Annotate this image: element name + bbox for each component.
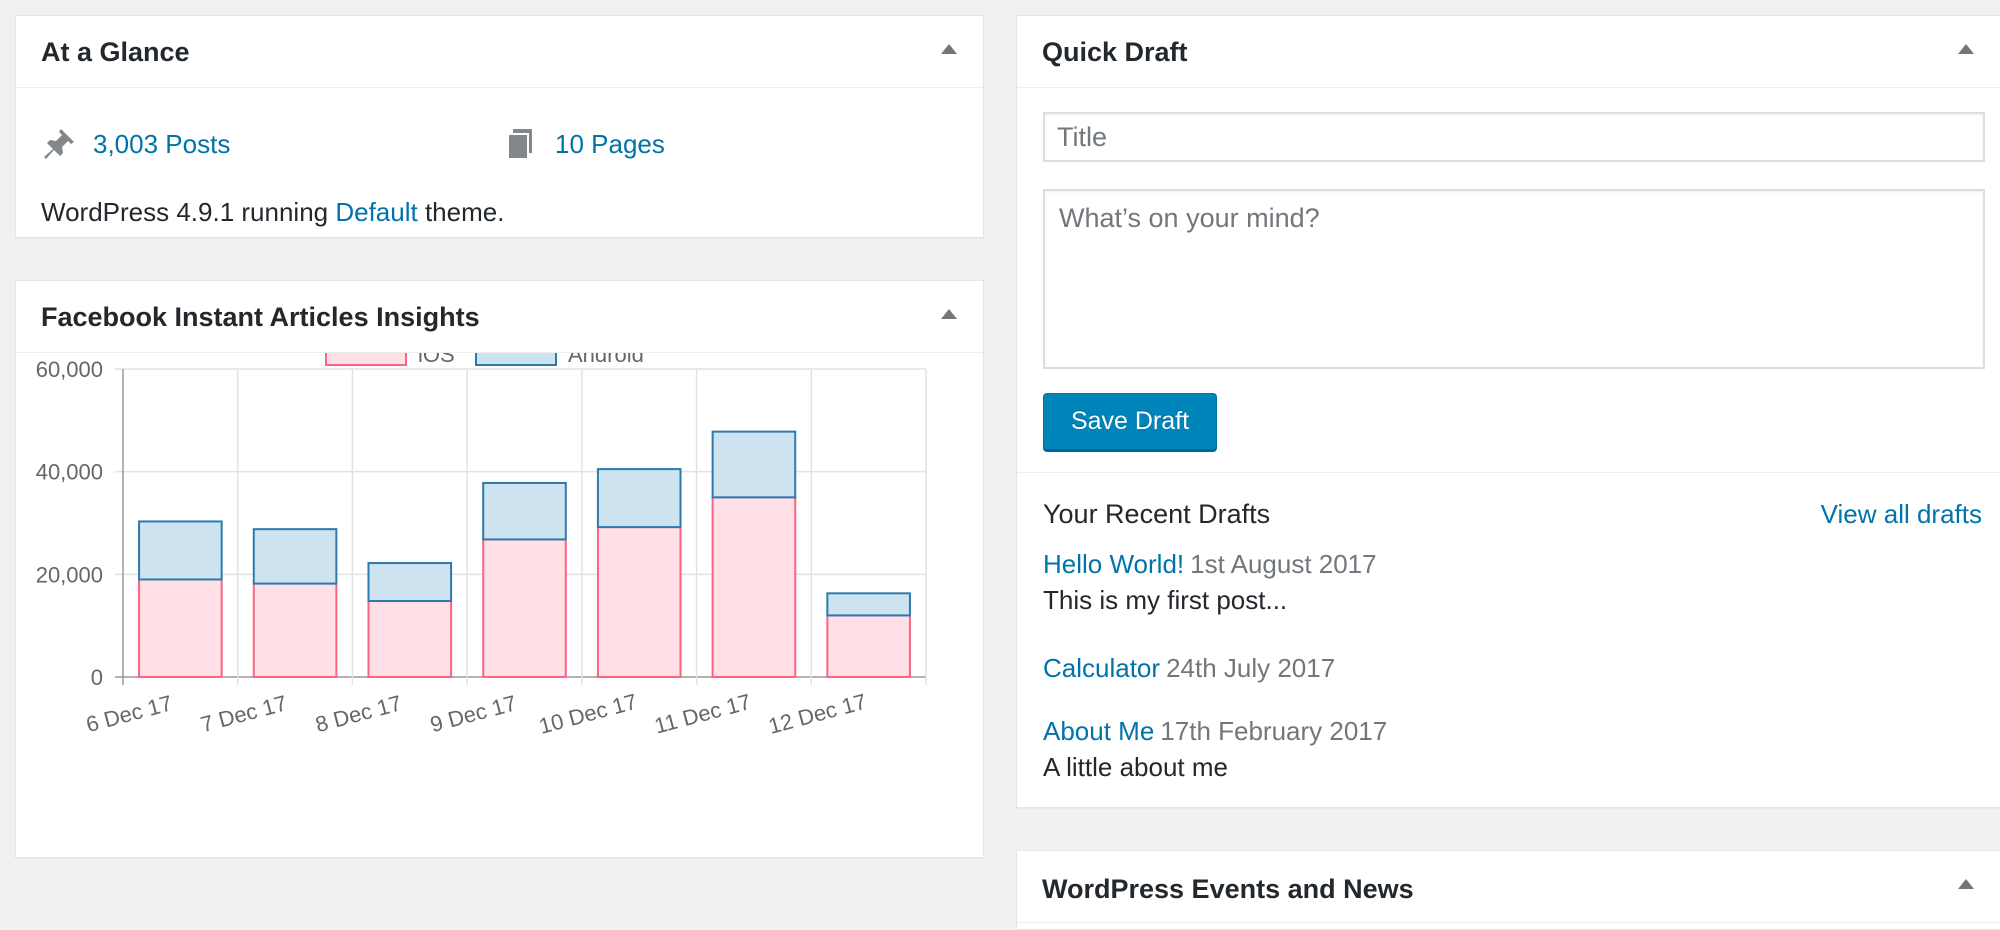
x-tick-label: 10 Dec 17 [536,689,639,739]
bar-ios [596,526,682,678]
pages-icon [503,126,539,162]
pushpin-icon [41,126,77,162]
bar-android [367,562,453,603]
version-suffix: theme. [417,197,505,227]
draft-item: Hello World! 1st August 2017 This is my f… [1043,546,1943,618]
x-tick-label: 7 Dec 17 [198,690,290,737]
view-all-drafts-link[interactable]: View all drafts [1700,496,2000,532]
collapse-toggle-icon[interactable] [941,44,957,54]
x-tick-label: 12 Dec 17 [766,689,869,739]
bar-ios [367,600,453,679]
collapse-toggle-icon[interactable] [1958,879,1974,889]
version-prefix: WordPress 4.9.1 running [41,197,336,227]
y-tick-label: 40,000 [36,460,103,485]
draft-title-link[interactable]: Calculator [1043,653,1160,683]
quick-draft-widget: Quick Draft Save Draft Your Recent Draft… [1016,15,2000,808]
insights-bar-chart: 0 20,000 40,000 60,000 6 Dec 17 7 Dec 17 8 Dec… [36,353,927,739]
draft-item: Calculator 24th July 2017 [1043,650,1943,686]
draft-title-input[interactable] [1043,112,1985,162]
draft-date: 24th July 2017 [1166,653,1336,683]
events-news-title: WordPress Events and News [1042,874,1414,904]
draft-title-link[interactable]: Hello World! [1043,549,1184,579]
fb-insights-widget: Facebook Instant Articles Insights 0 20,0… [15,280,984,858]
bar-android [711,430,797,499]
collapse-toggle-icon[interactable] [1958,44,1974,54]
at-a-glance-header[interactable]: At a Glance [16,16,983,88]
bar-android [138,520,223,581]
bar-android [252,528,338,585]
draft-content-textarea[interactable] [1043,189,1985,369]
draft-date: 1st August 2017 [1190,549,1377,579]
at-a-glance-widget: At a Glance 3,003 Posts 10 Pages WordPre… [15,15,984,238]
legend-label-android: Android [568,353,644,367]
bar-ios [138,578,223,678]
bar-ios [826,614,911,678]
theme-link[interactable]: Default [335,197,417,227]
legend-label-ios: iOS [418,353,455,367]
bar-ios [711,496,797,678]
draft-excerpt: This is my first post... [1043,585,1288,615]
pages-count-link[interactable]: 10 Pages [555,126,665,162]
wordpress-version-text: WordPress 4.9.1 running Default theme. [41,194,504,230]
save-draft-button[interactable]: Save Draft [1043,393,1217,450]
x-tick-label: 6 Dec 17 [83,690,175,737]
draft-excerpt: A little about me [1043,752,1228,782]
recent-drafts-heading: Your Recent Drafts [1043,499,1271,529]
x-tick-label: 8 Dec 17 [313,690,405,737]
quick-draft-header[interactable]: Quick Draft [1017,16,2000,88]
posts-count-link[interactable]: 3,003 Posts [93,126,230,162]
y-tick-label: 20,000 [36,562,103,587]
fb-insights-title: Facebook Instant Articles Insights [41,302,480,332]
bar-ios [482,538,567,678]
legend-swatch-ios [325,353,407,366]
events-news-header[interactable]: WordPress Events and News [1017,851,2000,923]
draft-item: About Me 17th February 2017 A little abou… [1043,713,1943,785]
x-tick-label: 9 Dec 17 [427,690,519,737]
y-tick-label: 0 [91,665,103,690]
x-tick-label: 11 Dec 17 [652,689,754,739]
at-a-glance-title: At a Glance [41,37,190,67]
draft-title-link[interactable]: About Me [1043,716,1154,746]
collapse-toggle-icon[interactable] [941,309,957,319]
divider [1017,472,2000,473]
events-news-widget: WordPress Events and News [1016,850,2000,930]
y-tick-label: 60,000 [36,357,103,382]
draft-date: 17th February 2017 [1160,716,1388,746]
bar-ios [252,582,338,678]
fb-insights-header[interactable]: Facebook Instant Articles Insights [16,281,983,353]
quick-draft-title: Quick Draft [1042,37,1188,67]
bar-android [596,468,682,529]
bar-android [826,592,911,617]
legend-swatch-android [475,353,557,366]
bar-android [482,481,567,541]
